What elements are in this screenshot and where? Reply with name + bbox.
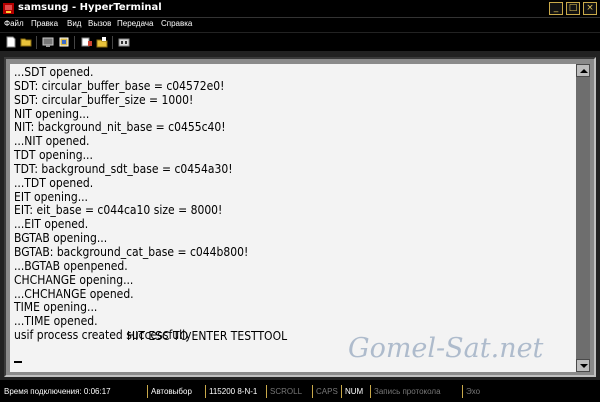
scroll-down-arrow-icon[interactable] [576,359,590,372]
status-connected-time: Время подключения: 0:06:17 [4,387,111,396]
testtool-prompt: HIT ESC TO ENTER TESTTOOL [127,329,288,343]
menu-transfer[interactable]: Передача [117,19,153,28]
window-title: samsung - HyperTerminal [18,2,162,13]
terminal-line: EIT: eit_base = c044ca10 size = 8000! [14,203,223,218]
open-icon[interactable] [20,36,32,48]
status-echo: Эхо [462,385,502,398]
minimize-button[interactable]: _ [549,2,563,15]
terminal-line: CHCHANGE opening... [14,272,134,287]
status-scroll: SCROLL [266,385,312,398]
receive-icon[interactable] [96,36,108,48]
disconnect-icon[interactable] [42,36,54,48]
maximize-button[interactable]: □ [566,2,580,15]
terminal-line: EIT opening... [14,189,88,204]
terminal-line: ...SDT opened. [14,65,94,79]
terminal-line: ...CHCHANGE opened. [14,286,134,301]
toolbar-separator [112,36,113,49]
hyperterminal-app-icon [3,3,14,14]
toolbar [0,32,600,52]
toolbar-separator [36,36,37,49]
terminal-line: TDT: background_sdt_base = c0454a30! [14,161,233,176]
scroll-up-arrow-icon[interactable] [576,64,590,77]
terminal-line: NIT opening... [14,106,90,121]
menu-bar: Файл Правка Вид Вызов Передача Справка [0,18,600,32]
menu-file[interactable]: Файл [4,19,24,28]
terminal-line: ...TIME opened. [14,314,98,329]
status-port-settings: 115200 8-N-1 [205,385,266,398]
send-icon[interactable] [81,36,93,48]
properties-icon[interactable] [118,36,130,48]
terminal-line: ...EIT opened. [14,217,89,232]
status-num: NUM [341,385,370,398]
dial-icon[interactable] [58,36,70,48]
status-autodetect: Автовыбор [147,385,205,398]
menu-edit[interactable]: Правка [31,19,58,28]
terminal-line: SDT: circular_buffer_base = c04572e0! [14,78,225,93]
terminal-line: ...TDT opened. [14,175,94,190]
terminal-line: BGTAB: background_cat_base = c044b800! [14,244,249,259]
status-bar: Время подключения: 0:06:17 Автовыбор 115… [0,382,600,402]
close-button[interactable]: × [583,2,597,15]
terminal-line: SDT: circular_buffer_size = 1000! [14,92,194,107]
title-bar[interactable]: samsung - HyperTerminal _ □ × [0,0,600,18]
terminal-output: ...SDT opened. SDT: circular_buffer_base… [14,65,274,343]
watermark: Gomel-Sat.net [348,333,544,364]
terminal-line: ...BGTAB openpened. [14,258,128,273]
terminal-line: TDT opening... [14,148,93,163]
terminal-line: NIT: background_nit_base = c0455c40! [14,120,226,135]
menu-view[interactable]: Вид [67,19,81,28]
vertical-scrollbar[interactable] [576,64,590,372]
terminal-line: ...NIT opened. [14,134,90,149]
menu-call[interactable]: Вызов [88,19,111,28]
terminal-screen[interactable]: ...SDT opened. SDT: circular_buffer_base… [10,64,576,372]
text-cursor [14,361,22,363]
terminal-line: TIME opening... [14,300,98,315]
new-icon[interactable] [5,36,17,48]
terminal-line: BGTAB opening... [14,231,108,246]
status-capture: Запись протокола [370,385,462,398]
toolbar-separator [74,36,75,49]
status-caps: CAPS [312,385,341,398]
menu-help[interactable]: Справка [161,19,192,28]
